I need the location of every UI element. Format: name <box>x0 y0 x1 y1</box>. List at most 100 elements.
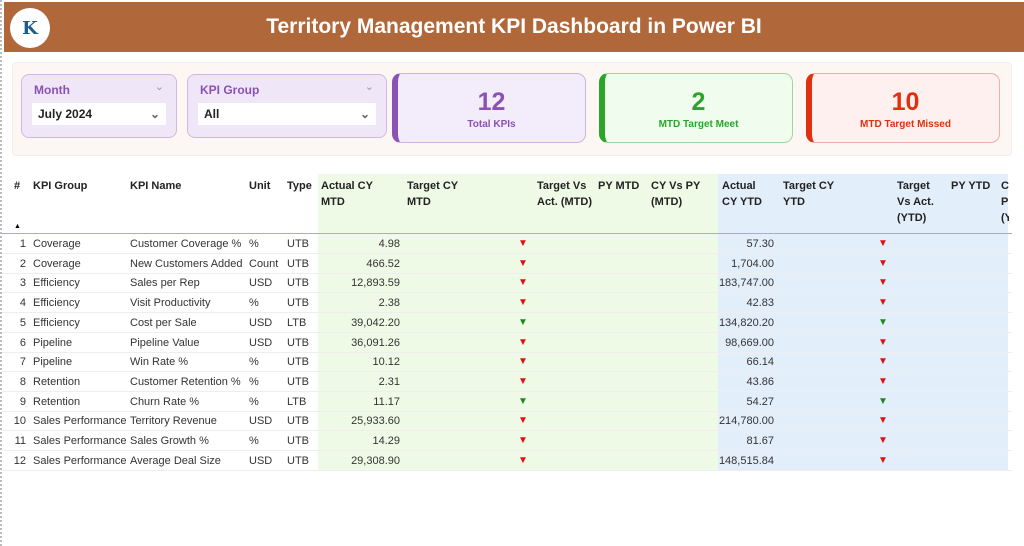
kpi-name-cell: Churn Rate % <box>130 395 200 408</box>
card-value: 10 <box>891 88 920 116</box>
actual-cy-ytd-cell: 42.83 <box>746 297 774 310</box>
actual-cy-ytd-cell: 148,515.84 <box>718 454 774 467</box>
kpi-group-dropdown[interactable]: All ⌄ <box>198 103 376 125</box>
col-header[interactable]: Target CY MTD <box>407 178 467 210</box>
table-row[interactable]: 9 Retention Churn Rate %% LTB 11.17 ▼ 54.27 ▼ <box>2 392 1012 412</box>
actual-cy-ytd-cell: 98,669.00 <box>725 336 774 349</box>
page-title: Territory Management KPI Dashboard in Po… <box>266 15 762 38</box>
actual-cy-ytd-cell: 66.14 <box>746 356 774 369</box>
red-down-triangle-icon: ▼ <box>518 238 528 249</box>
logo: K <box>10 8 50 48</box>
type-cell: UTB <box>287 297 309 310</box>
col-header[interactable]: C P (Y <box>1001 178 1009 226</box>
table-row[interactable]: 5 Efficiency Cost per Sale USD LTB 39,042.20 ▼… <box>2 313 1012 333</box>
sort-ascending-icon[interactable]: ▲ <box>14 223 21 230</box>
actual-cy-mtd-cell: 10.12 <box>372 356 400 369</box>
col-header[interactable]: Target Vs Act. (MTD) <box>537 178 595 210</box>
green-down-triangle-icon: ▼ <box>878 395 888 407</box>
type-cell: UTB <box>287 435 309 447</box>
green-down-triangle-icon: ▼ <box>518 395 528 407</box>
table-row[interactable]: 11 Sales Performance Sales Growth %% UTB 14.… <box>2 431 1012 451</box>
kpi-name-cell: Pipeline Value <box>130 336 200 349</box>
kpi-group-cell: Coverage <box>33 238 81 250</box>
row-number: 8 <box>19 375 26 388</box>
chevron-down-icon[interactable]: ⌄ <box>365 80 374 93</box>
unit-cell: % <box>249 297 259 310</box>
col-header[interactable]: KPI Group <box>33 178 87 194</box>
card-total-kpis: 12 Total KPIs <box>392 73 586 143</box>
col-header[interactable]: Type <box>287 178 312 194</box>
red-down-triangle-icon: ▼ <box>878 336 888 348</box>
actual-cy-mtd-cell: 29,308.90 <box>351 454 400 467</box>
table-row[interactable]: 4 Efficiency Visit Productivity% UTB 2.38 ▼ 42… <box>2 293 1012 314</box>
table-row[interactable]: 2 Coverage New Customers Added Count UTB 466.… <box>2 254 1012 274</box>
kpi-name-cell: Sales per Rep <box>130 277 200 290</box>
actual-cy-ytd-cell: 54.27 <box>746 395 774 408</box>
col-header[interactable]: Actual CY YTD <box>722 178 772 210</box>
month-value: July 2024 <box>38 107 93 121</box>
card-label: MTD Target Meet <box>658 119 739 130</box>
month-label: Month <box>34 83 70 97</box>
col-header[interactable]: KPI Name <box>130 178 181 194</box>
row-number: 7 <box>19 356 26 369</box>
card-label: Total KPIs <box>467 119 516 130</box>
card-mtd-target-meet: 2 MTD Target Meet <box>599 73 793 143</box>
chevron-down-icon[interactable]: ⌄ <box>155 80 164 93</box>
table-row[interactable]: 1 Coverage Customer Coverage %% UTB 4.98 ▼ 57.… <box>2 234 1012 254</box>
table-row[interactable]: 3 Efficiency Sales per Rep USD UTB 12,893.59 ▼… <box>2 273 1012 294</box>
red-down-triangle-icon: ▼ <box>518 454 528 466</box>
row-number: 12 <box>13 454 26 467</box>
kpi-name-cell: Win Rate % <box>130 356 189 369</box>
kpi-group-cell: Pipeline <box>33 356 73 369</box>
col-header[interactable]: Target CY YTD <box>783 178 843 210</box>
red-down-triangle-icon: ▼ <box>518 435 528 446</box>
actual-cy-ytd-cell: 43.86 <box>746 375 774 388</box>
card-value: 12 <box>477 88 506 116</box>
table-row[interactable]: 7 Pipeline Win Rate %% UTB 10.12 ▼ 66.14 ▼ <box>2 352 1012 373</box>
red-down-triangle-icon: ▼ <box>518 336 528 348</box>
green-down-triangle-icon: ▼ <box>878 316 888 328</box>
col-header[interactable]: Unit <box>249 178 270 194</box>
type-cell: UTB <box>287 257 309 270</box>
kpi-group-cell: Sales Performance <box>33 454 127 467</box>
table-row[interactable]: 8 Retention Customer Retention %% UTB 2.31 ▼ 4… <box>2 372 1012 392</box>
col-header[interactable]: PY MTD <box>598 178 639 194</box>
col-header[interactable]: Actual CY MTD <box>321 178 381 210</box>
col-header[interactable]: PY YTD <box>951 178 990 194</box>
kpi-name-cell: Cost per Sale <box>130 316 197 329</box>
row-number: 10 <box>13 415 26 428</box>
red-down-triangle-icon: ▼ <box>878 277 888 289</box>
unit-cell: % <box>249 238 259 250</box>
kpi-name-cell: Customer Coverage % <box>130 238 242 250</box>
table-row[interactable]: 10 Sales Performance Territory Revenue USD U… <box>2 411 1012 432</box>
unit-cell: % <box>249 375 259 388</box>
actual-cy-mtd-cell: 2.38 <box>378 297 400 310</box>
col-header[interactable]: CY Vs PY (MTD) <box>651 178 711 210</box>
actual-cy-ytd-cell: 57.30 <box>746 238 774 250</box>
kpi-name-cell: Average Deal Size <box>130 454 221 467</box>
red-down-triangle-icon: ▼ <box>878 435 888 446</box>
actual-cy-mtd-cell: 36,091.26 <box>351 336 400 349</box>
actual-cy-mtd-cell: 14.29 <box>372 435 400 447</box>
row-number: 2 <box>19 257 26 270</box>
kpi-group-cell: Sales Performance <box>33 415 127 428</box>
type-cell: UTB <box>287 238 309 250</box>
red-down-triangle-icon: ▼ <box>518 277 528 289</box>
actual-cy-mtd-cell: 25,933.60 <box>351 415 400 428</box>
actual-cy-mtd-cell: 11.17 <box>373 395 400 408</box>
actual-cy-ytd-cell: 183,747.00 <box>718 277 774 290</box>
month-slicer: Month ⌄ July 2024 ⌄ <box>21 74 177 138</box>
table-row[interactable]: 12 Sales Performance Average Deal Size USD U… <box>2 451 1012 471</box>
table-row[interactable]: 6 Pipeline Pipeline Value USD UTB 36,091.26 ▼ 9… <box>2 333 1012 353</box>
type-cell: UTB <box>287 277 309 290</box>
actual-cy-mtd-cell: 12,893.59 <box>351 277 400 290</box>
col-header[interactable]: # <box>14 178 20 194</box>
col-header[interactable]: Target Vs Act. (YTD) <box>897 178 945 226</box>
month-dropdown[interactable]: July 2024 ⌄ <box>32 103 166 125</box>
kpi-group-cell: Efficiency <box>33 277 80 290</box>
kpi-name-cell: Sales Growth % <box>130 435 209 447</box>
kpi-group-cell: Efficiency <box>33 297 80 310</box>
card-mtd-target-missed: 10 MTD Target Missed <box>806 73 1000 143</box>
kpi-group-slicer: KPI Group ⌄ All ⌄ <box>187 74 387 138</box>
red-down-triangle-icon: ▼ <box>518 257 528 269</box>
